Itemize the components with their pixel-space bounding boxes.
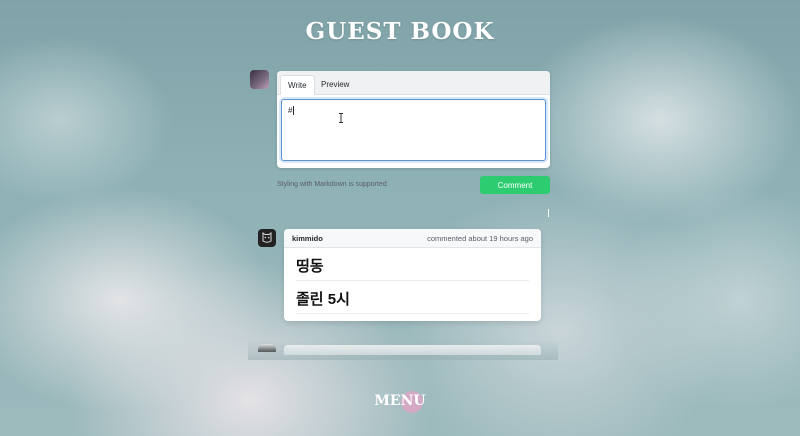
menu-label: MENU xyxy=(374,393,426,409)
ibeam-cursor-icon xyxy=(339,113,343,123)
scroll-indicator xyxy=(548,209,549,217)
commenter-avatar xyxy=(258,229,276,247)
editor-tabbar: Write Preview xyxy=(277,71,550,95)
page-title: GUEST BOOK xyxy=(305,18,495,45)
list-fade xyxy=(248,340,558,360)
markdown-hint: Styling with Markdown is supported xyxy=(277,181,387,188)
textarea-value: # xyxy=(288,106,293,115)
text-caret xyxy=(293,106,295,116)
comment-textarea[interactable]: # xyxy=(281,99,546,161)
comment-card: kimmido commented about 19 hours ago 띵동 … xyxy=(284,229,541,321)
menu-toggle[interactable]: MENU xyxy=(0,390,800,416)
comment-header: kimmido commented about 19 hours ago xyxy=(284,229,541,248)
comment-heading-1: 띵동 xyxy=(296,248,529,281)
comment-body: 띵동 졸린 5시 xyxy=(284,248,541,314)
comment-button[interactable]: Comment xyxy=(480,176,550,194)
comment-heading-2: 졸린 5시 xyxy=(296,281,529,314)
tab-preview[interactable]: Preview xyxy=(314,75,356,94)
tab-write[interactable]: Write xyxy=(280,75,315,95)
comment-timestamp[interactable]: commented about 19 hours ago xyxy=(427,234,533,243)
cat-icon xyxy=(262,232,272,243)
user-avatar xyxy=(250,70,269,89)
comment-editor: Write Preview # xyxy=(277,71,550,168)
comment-author[interactable]: kimmido xyxy=(292,234,323,243)
